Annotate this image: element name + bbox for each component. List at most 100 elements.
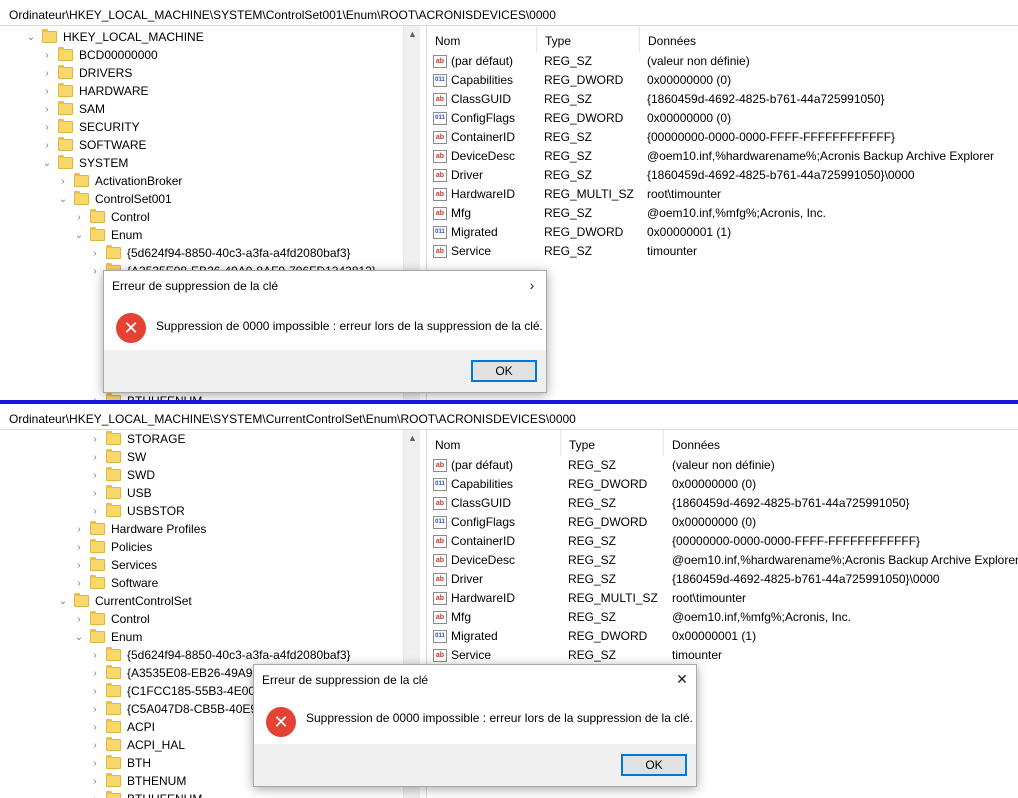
chevron-right-icon[interactable]: › — [90, 262, 100, 280]
chevron-down-icon[interactable]: ⌄ — [58, 190, 68, 208]
column-header-type[interactable]: Type — [537, 26, 640, 52]
chevron-right-icon[interactable]: › — [58, 172, 68, 190]
tree-item[interactable]: › BTHHFENUM — [90, 790, 202, 798]
tree-item[interactable]: › BTHENUM — [90, 772, 186, 790]
chevron-right-icon[interactable]: › — [74, 208, 84, 226]
value-row[interactable]: ab ContainerID REG_SZ {00000000-0000-0000-F… — [427, 532, 1017, 551]
value-row[interactable]: 011 Migrated REG_DWORD 0x00000001 (1) — [427, 223, 1017, 242]
chevron-right-icon[interactable]: › — [90, 682, 100, 700]
ok-button[interactable]: OK — [471, 360, 537, 382]
tree-item[interactable]: › DRIVERS — [42, 64, 132, 82]
value-row[interactable]: ab ContainerID REG_SZ {00000000-0000-0000-F… — [427, 128, 1017, 147]
tree-item[interactable]: › {5d624f94-8850-40c3-a3fa-a4fd2080baf3} — [90, 244, 351, 262]
chevron-right-icon[interactable]: › — [42, 64, 52, 82]
scroll-up-icon[interactable]: ▲ — [404, 430, 421, 447]
value-row[interactable]: ab HardwareID REG_MULTI_SZ root\timounter — [427, 185, 1017, 204]
value-row[interactable]: ab Mfg REG_SZ @oem10.inf,%mfg%;Acronis, Inc… — [427, 608, 1017, 627]
tree-item[interactable]: › Services — [74, 556, 157, 574]
tree-item[interactable]: ⌄ CurrentControlSet — [58, 592, 192, 610]
chevron-right-icon[interactable]: › — [74, 538, 84, 556]
chevron-right-icon[interactable]: › — [42, 82, 52, 100]
chevron-right-icon[interactable]: › — [90, 790, 100, 798]
tree-item[interactable]: › ActivationBroker — [58, 172, 182, 190]
tree-item[interactable]: › STORAGE — [90, 430, 185, 448]
tree-item[interactable]: › SECURITY — [42, 118, 140, 136]
scroll-up-icon[interactable]: ▲ — [404, 26, 421, 43]
chevron-right-icon[interactable]: › — [90, 664, 100, 682]
column-header-data[interactable]: Données — [664, 430, 1018, 456]
tree-item[interactable]: › Policies — [74, 538, 152, 556]
chevron-right-icon[interactable]: › — [74, 610, 84, 628]
tree-item[interactable]: › {C1FCC185-55B3-4E00-8 — [90, 682, 266, 700]
value-row[interactable]: ab Service REG_SZ timounter — [427, 242, 1017, 261]
tree-item[interactable]: › USB — [90, 484, 152, 502]
tree-item[interactable]: ⌄ ControlSet001 — [58, 190, 172, 208]
tree-item[interactable]: ⌄ SYSTEM — [42, 154, 128, 172]
value-row[interactable]: ab Service REG_SZ timounter — [427, 646, 1017, 665]
chevron-right-icon[interactable]: › — [90, 754, 100, 772]
chevron-down-icon[interactable]: ⌄ — [74, 226, 84, 244]
value-row[interactable]: 011 Capabilities REG_DWORD 0x00000000 (0) — [427, 475, 1017, 494]
tree-item[interactable]: › Control — [74, 208, 150, 226]
tree-item[interactable]: › SOFTWARE — [42, 136, 147, 154]
value-row[interactable]: ab (par défaut) REG_SZ (valeur non définie) — [427, 456, 1017, 475]
tree-item[interactable]: › SW — [90, 448, 146, 466]
value-row[interactable]: ab Driver REG_SZ {1860459d-4692-4825-b761-4… — [427, 570, 1017, 589]
ok-button[interactable]: OK — [621, 754, 687, 776]
chevron-right-icon[interactable]: › — [90, 484, 100, 502]
tree-item[interactable]: ⌄ Enum — [74, 226, 142, 244]
value-row[interactable]: 011 Migrated REG_DWORD 0x00000001 (1) — [427, 627, 1017, 646]
chevron-right-icon[interactable]: › — [74, 556, 84, 574]
tree-item[interactable]: › ACPI — [90, 718, 155, 736]
chevron-right-icon[interactable]: › — [42, 100, 52, 118]
chevron-right-icon[interactable]: › — [90, 244, 100, 262]
chevron-right-icon[interactable]: › — [74, 574, 84, 592]
chevron-right-icon[interactable]: › — [90, 466, 100, 484]
value-row[interactable]: ab HardwareID REG_MULTI_SZ root\timounter — [427, 589, 1017, 608]
chevron-right-icon[interactable]: › — [90, 430, 100, 448]
value-row[interactable]: ab ClassGUID REG_SZ {1860459d-4692-4825-b76… — [427, 494, 1017, 513]
tree-item[interactable]: › {C5A047D8-CB5B-40E9- — [90, 700, 261, 718]
value-row[interactable]: ab DeviceDesc REG_SZ @oem10.inf,%hardwarena… — [427, 551, 1018, 570]
column-header-type[interactable]: Type — [561, 430, 664, 456]
chevron-down-icon[interactable]: ⌄ — [26, 28, 36, 46]
tree-item[interactable]: › {5d624f94-8850-40c3-a3fa-a4fd2080baf3} — [90, 646, 351, 664]
value-row[interactable]: ab DeviceDesc REG_SZ @oem10.inf,%hardwarena… — [427, 147, 1017, 166]
value-row[interactable]: ab Driver REG_SZ {1860459d-4692-4825-b761-4… — [427, 166, 1017, 185]
address-bar[interactable]: Ordinateur\HKEY_LOCAL_MACHINE\SYSTEM\Con… — [0, 0, 1018, 26]
address-bar[interactable]: Ordinateur\HKEY_LOCAL_MACHINE\SYSTEM\Cur… — [0, 404, 1018, 430]
tree-item[interactable]: › Software — [74, 574, 158, 592]
tree-item[interactable]: › Control — [74, 610, 150, 628]
close-icon[interactable]: ✕ — [672, 669, 692, 689]
value-row[interactable]: ab ClassGUID REG_SZ {1860459d-4692-4825-b76… — [427, 90, 1017, 109]
tree-item[interactable]: › SAM — [42, 100, 105, 118]
chevron-right-icon[interactable]: › — [74, 520, 84, 538]
close-icon[interactable]: › — [522, 275, 542, 295]
tree-item[interactable]: › HARDWARE — [42, 82, 149, 100]
tree-item[interactable]: › ACPI_HAL — [90, 736, 185, 754]
value-row[interactable]: 011 Capabilities REG_DWORD 0x00000000 (0) — [427, 71, 1017, 90]
tree-item[interactable]: ⌄ HKEY_LOCAL_MACHINE — [26, 28, 204, 46]
chevron-right-icon[interactable]: › — [42, 136, 52, 154]
tree-item[interactable]: › BTH — [90, 754, 151, 772]
column-header-name[interactable]: Nom — [427, 26, 537, 52]
tree-item[interactable]: › {A3535E08-EB26-49A9-8 — [90, 664, 263, 682]
chevron-right-icon[interactable]: › — [90, 448, 100, 466]
tree-item[interactable]: ⌄ Enum — [74, 628, 142, 646]
tree-item[interactable]: › Hardware Profiles — [74, 520, 206, 538]
chevron-right-icon[interactable]: › — [90, 772, 100, 790]
tree-item[interactable]: › BCD00000000 — [42, 46, 158, 64]
chevron-right-icon[interactable]: › — [90, 718, 100, 736]
chevron-down-icon[interactable]: ⌄ — [58, 592, 68, 610]
chevron-right-icon[interactable]: › — [90, 392, 100, 400]
value-row[interactable]: 011 ConfigFlags REG_DWORD 0x00000000 (0) — [427, 513, 1017, 532]
chevron-right-icon[interactable]: › — [42, 46, 52, 64]
tree-item[interactable]: › SWD — [90, 466, 155, 484]
value-row[interactable]: ab Mfg REG_SZ @oem10.inf,%mfg%;Acronis, Inc… — [427, 204, 1017, 223]
column-header-data[interactable]: Données — [640, 26, 1018, 52]
value-row[interactable]: ab (par défaut) REG_SZ (valeur non définie) — [427, 52, 1017, 71]
chevron-right-icon[interactable]: › — [90, 700, 100, 718]
column-header-name[interactable]: Nom — [427, 430, 561, 456]
chevron-right-icon[interactable]: › — [90, 736, 100, 754]
chevron-right-icon[interactable]: › — [42, 118, 52, 136]
